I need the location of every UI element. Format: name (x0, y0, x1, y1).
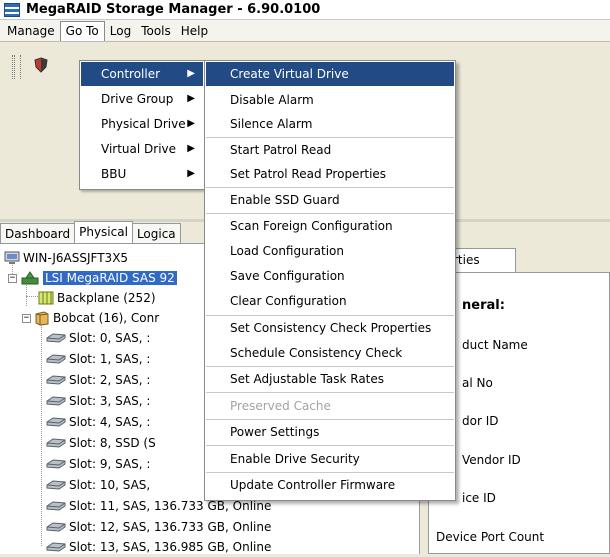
tree-node-slot[interactable]: Slot: 13, SAS, 136.985 GB, Online (46, 537, 271, 557)
menu-log[interactable]: Log (105, 21, 136, 41)
tab-dashboard[interactable]: Dashboard (0, 223, 76, 243)
menu-separator (206, 392, 454, 393)
menu-item-start-patrol-read[interactable]: Start Patrol Read (206, 138, 454, 162)
submenu-arrow-icon: ▶ (187, 68, 195, 79)
menu-item-schedule-consistency-check[interactable]: Schedule Consistency Check (206, 341, 454, 365)
menu-bar: Manage Go To Log Tools Help (0, 20, 610, 42)
tree-line (26, 296, 38, 297)
app-icon (4, 2, 20, 17)
prop-label: ice ID (462, 491, 496, 505)
menu-item-set-consistency-check-properties[interactable]: Set Consistency Check Properties (206, 316, 454, 340)
tree-node-slot[interactable]: Slot: 12, SAS, 136.733 GB, Online (46, 517, 271, 537)
menu-item-power-settings[interactable]: Power Settings (206, 420, 454, 444)
menu-item-create-virtual-drive[interactable]: Create Virtual Drive (206, 62, 454, 86)
collapse-icon[interactable]: − (22, 313, 31, 323)
menu-item-enable-ssd-guard[interactable]: Enable SSD Guard (206, 188, 454, 212)
tab-logical[interactable]: Logica (131, 223, 181, 243)
tree-node-slot[interactable]: Slot: 2, SAS, : (46, 370, 150, 390)
drive-icon (46, 375, 66, 385)
submenu-arrow-icon: ▶ (187, 93, 195, 104)
menu-item-clear-configuration[interactable]: Clear Configuration (206, 289, 454, 313)
prop-label: dor ID (462, 414, 499, 428)
toolbar-grip-2 (20, 55, 23, 79)
tree-node-slot[interactable]: Slot: 1, SAS, : (46, 349, 150, 369)
menu-help[interactable]: Help (176, 21, 213, 41)
tree-node-enclosure[interactable]: − Bobcat (16), Conr (22, 308, 159, 328)
tree-node-slot[interactable]: Slot: 3, SAS, : (46, 391, 150, 411)
submenu-arrow-icon: ▶ (187, 118, 195, 129)
menu-item-controller[interactable]: Controller ▶ (81, 62, 203, 86)
menu-item-preserved-cache: Preserved Cache (230, 399, 331, 413)
drive-icon (46, 522, 66, 532)
drive-icon (46, 333, 66, 343)
drive-icon (46, 396, 66, 406)
tree-node-slot[interactable]: Slot: 9, SAS, : (46, 454, 150, 474)
shield-icon[interactable] (34, 57, 48, 73)
menu-item-disable-alarm[interactable]: Disable Alarm (206, 88, 454, 112)
drive-icon (46, 354, 66, 364)
toolbar-grip (12, 55, 15, 79)
submenu-arrow-icon: ▶ (187, 168, 195, 179)
tree-node-slot[interactable]: Slot: 10, SAS, (46, 475, 150, 495)
menu-item-save-configuration[interactable]: Save Configuration (206, 264, 454, 288)
prop-label: duct Name (462, 338, 528, 352)
tree-node-backplane[interactable]: Backplane (252) (38, 288, 156, 308)
drive-icon (46, 459, 66, 469)
drive-icon (46, 438, 66, 448)
tree-node-controller[interactable]: − LSI MegaRAID SAS 92 (8, 268, 177, 288)
enclosure-icon (35, 311, 49, 326)
prop-label: Vendor ID (462, 453, 521, 467)
menu-item-enable-drive-security[interactable]: Enable Drive Security (206, 447, 454, 471)
menu-item-drive-group[interactable]: Drive Group ▶ (81, 87, 203, 111)
menu-item-virtual-drive[interactable]: Virtual Drive ▶ (81, 137, 203, 161)
menu-item-update-controller-firmware[interactable]: Update Controller Firmware (206, 473, 454, 497)
tree-node-slot[interactable]: Slot: 0, SAS, : (46, 328, 150, 348)
submenu-arrow-icon: ▶ (187, 143, 195, 154)
menu-item-scan-foreign-configuration[interactable]: Scan Foreign Configuration (206, 214, 454, 238)
drive-icon (46, 480, 66, 490)
drive-icon (46, 501, 66, 511)
menu-item-physical-drive[interactable]: Physical Drive ▶ (81, 112, 203, 136)
controller-icon (21, 271, 39, 285)
tree-node-slot[interactable]: Slot: 4, SAS, : (46, 412, 150, 432)
tree-node-host[interactable]: WIN-J6ASSJFT3X5 (4, 248, 128, 268)
title-bar: MegaRAID Storage Manager - 6.90.0100 (0, 0, 610, 20)
menu-manage[interactable]: Manage (2, 21, 60, 41)
prop-label: al No (462, 376, 493, 390)
computer-icon (4, 251, 20, 264)
tree-node-slot[interactable]: Slot: 8, SSD (S (46, 433, 156, 453)
menu-item-set-patrol-read-properties[interactable]: Set Patrol Read Properties (206, 162, 454, 186)
window-title: MegaRAID Storage Manager - 6.90.0100 (26, 2, 321, 17)
menu-tools[interactable]: Tools (136, 21, 176, 41)
drive-icon (46, 417, 66, 427)
drive-icon (46, 542, 66, 552)
menu-item-set-adjustable-task-rates[interactable]: Set Adjustable Task Rates (206, 367, 454, 391)
tab-physical[interactable]: Physical (74, 221, 133, 243)
menu-separator (206, 445, 454, 446)
goto-menu: Controller ▶ Drive Group ▶ Physical Driv… (79, 60, 205, 190)
menu-goto[interactable]: Go To (59, 20, 105, 41)
prop-label: Device Port Count (436, 530, 545, 544)
collapse-icon[interactable]: − (8, 273, 17, 283)
controller-submenu: Create Virtual Drive Disable Alarm Silen… (204, 60, 456, 501)
menu-item-bbu[interactable]: BBU ▶ (81, 162, 203, 186)
backplane-icon (38, 291, 54, 305)
tree-line (41, 316, 42, 546)
menu-item-silence-alarm[interactable]: Silence Alarm (206, 112, 454, 136)
properties-heading: neral: (462, 298, 505, 313)
menu-item-load-configuration[interactable]: Load Configuration (206, 239, 454, 263)
